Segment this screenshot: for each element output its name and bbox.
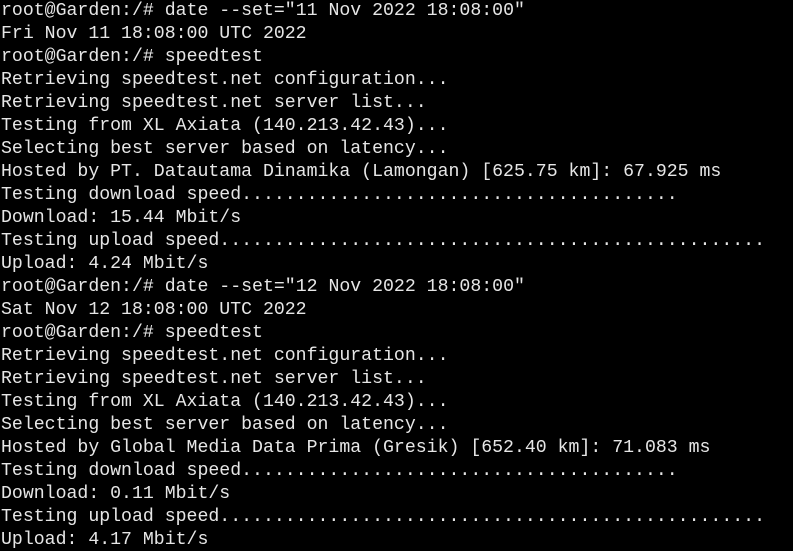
command-text: speedtest [164, 47, 263, 67]
output-line: Retrieving speedtest.net server list... [1, 369, 427, 389]
download-result: Download: 15.44 Mbit/s [1, 208, 242, 228]
output-line: Testing download speed..................… [1, 185, 678, 205]
output-line: Testing upload speed....................… [1, 231, 765, 251]
shell-prompt: root@Garden:/# [1, 1, 154, 21]
shell-prompt: root@Garden:/# [1, 323, 154, 343]
command-text: date --set="11 Nov 2022 18:08:00" [164, 1, 525, 21]
output-line: Selecting best server based on latency..… [1, 139, 449, 159]
output-line: Hosted by Global Media Data Prima (Gresi… [1, 438, 711, 458]
upload-result: Upload: 4.17 Mbit/s [1, 530, 209, 550]
download-result: Download: 0.11 Mbit/s [1, 484, 231, 504]
output-line: Sat Nov 12 18:08:00 UTC 2022 [1, 300, 307, 320]
prompt-line: root@Garden:/# speedtest [0, 46, 793, 69]
output-line: Testing from XL Axiata (140.213.42.43)..… [1, 392, 449, 412]
prompt-line: root@Garden:/# date --set="12 Nov 2022 1… [0, 276, 793, 299]
output-line: Retrieving speedtest.net configuration..… [1, 70, 449, 90]
output-line: Fri Nov 11 18:08:00 UTC 2022 [1, 24, 307, 44]
output-line: Selecting best server based on latency..… [1, 415, 449, 435]
output-line: Retrieving speedtest.net configuration..… [1, 346, 449, 366]
output-line: Testing upload speed....................… [1, 507, 765, 527]
output-line: Testing from XL Axiata (140.213.42.43)..… [1, 116, 449, 136]
shell-prompt: root@Garden:/# [1, 47, 154, 67]
output-line: Testing download speed..................… [1, 461, 678, 481]
prompt-line: root@Garden:/# speedtest [0, 322, 793, 345]
command-text: date --set="12 Nov 2022 18:08:00" [164, 277, 525, 297]
output-line: Retrieving speedtest.net server list... [1, 93, 427, 113]
command-text: speedtest [164, 323, 263, 343]
output-line: Hosted by PT. Datautama Dinamika (Lamong… [1, 162, 722, 182]
prompt-line: root@Garden:/# date --set="11 Nov 2022 1… [0, 0, 793, 23]
terminal-window[interactable]: root@Garden:/# date --set="11 Nov 2022 1… [0, 0, 793, 551]
upload-result: Upload: 4.24 Mbit/s [1, 254, 209, 274]
shell-prompt: root@Garden:/# [1, 277, 154, 297]
